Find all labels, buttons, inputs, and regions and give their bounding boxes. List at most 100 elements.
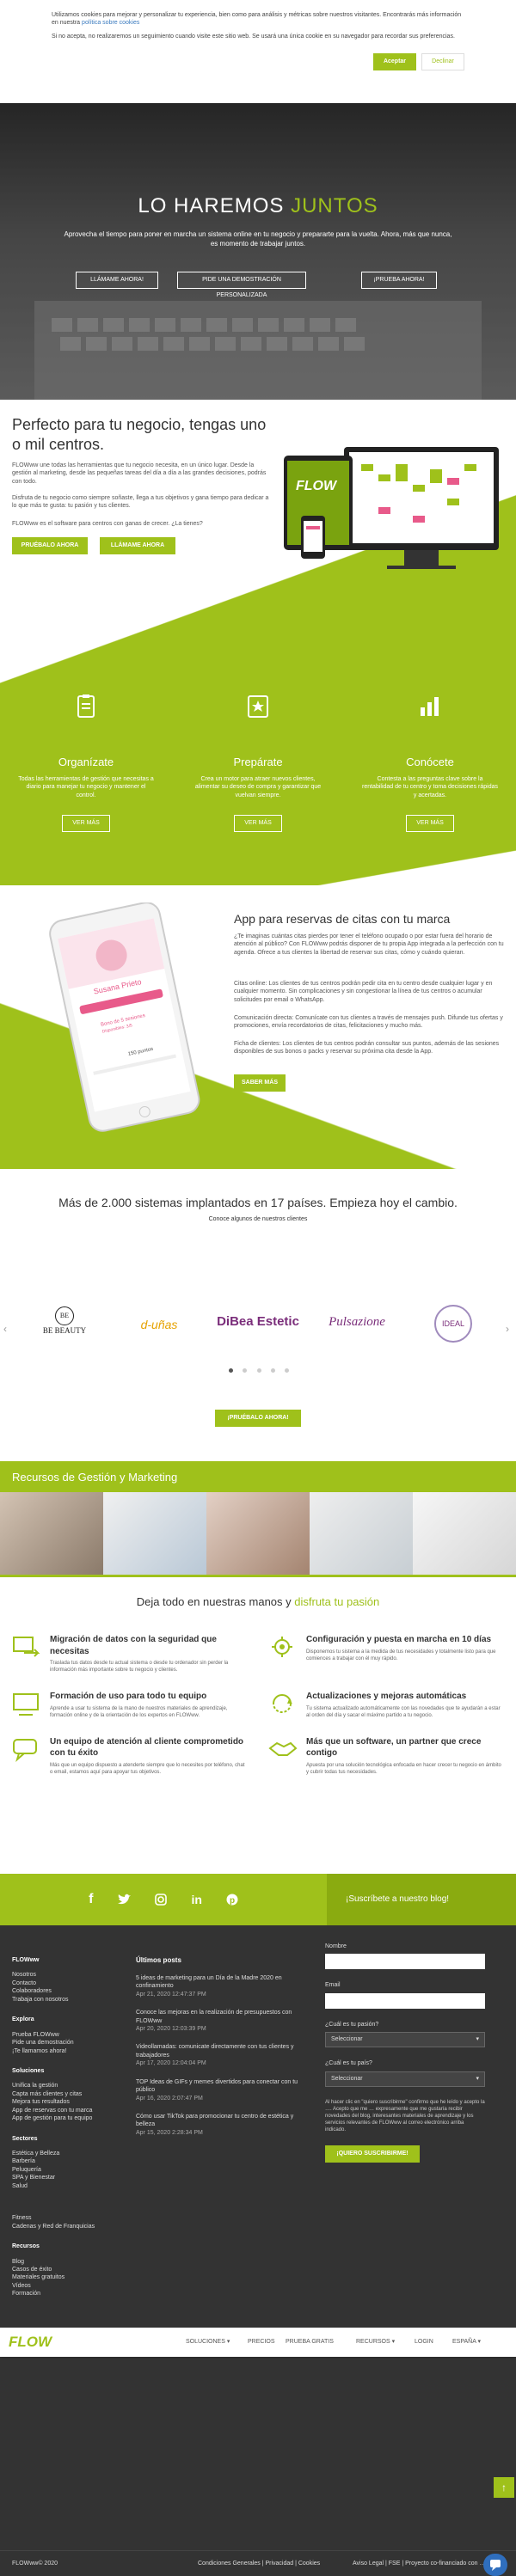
learn-more-button[interactable]: SABER MÁS — [234, 1074, 286, 1092]
footer-link[interactable]: Vídeos — [12, 2282, 124, 2290]
footer-link[interactable]: Capta más clientes y citas — [12, 2090, 124, 2098]
chat-icon[interactable] — [483, 2554, 507, 2576]
resource-image[interactable] — [206, 1492, 310, 1575]
pinterest-icon[interactable]: p — [226, 1894, 238, 1906]
feature-prepare: Prepárate Crea un motor para atraer nuev… — [189, 694, 327, 848]
legal-links[interactable]: Condiciones Generales | Privacidad | Coo… — [198, 2560, 320, 2567]
scroll-top-icon[interactable]: ↑ — [494, 2477, 514, 2498]
carousel-prev-icon[interactable]: ‹ — [3, 1322, 7, 1336]
facebook-icon[interactable]: f — [89, 1890, 93, 1909]
post-item[interactable]: TOP Ideas de GIFs y memes divertidos par… — [136, 2078, 308, 2102]
hero-subtitle: Aprovecha el tiempo para poner en marcha… — [64, 230, 452, 248]
accept-cookies-button[interactable]: Aceptar — [373, 53, 416, 70]
subscribe-blog-label[interactable]: ¡Suscríbete a nuestro blog! — [327, 1874, 516, 1925]
twitter-icon[interactable] — [117, 1894, 132, 1906]
decline-cookies-button[interactable]: Declinar — [421, 53, 464, 70]
footer-link[interactable]: Nosotros — [12, 1971, 124, 1979]
cookie-policy-link[interactable]: política sobre cookies — [82, 20, 139, 26]
flowww-logo[interactable]: FLOW — [9, 2333, 52, 2353]
star-badge-icon — [248, 695, 268, 718]
nav-free-trial[interactable]: PRUEBA GRATIS — [286, 2338, 334, 2346]
instagram-icon[interactable] — [155, 1894, 168, 1906]
phone-app-mockup: Susana Prieto Bono de 5 sesiones Disponi… — [49, 903, 200, 1132]
feature-more-button[interactable]: VER MÁS — [234, 815, 282, 833]
chevron-down-icon: ▾ — [226, 2339, 230, 2345]
try-now-button[interactable]: ¡PRUEBA AHORA! — [361, 272, 437, 289]
footer-link[interactable]: Materiales gratuitos — [12, 2273, 124, 2281]
nav-login[interactable]: LOGIN — [415, 2338, 433, 2346]
call-now-button[interactable]: LLÁMAME AHORA — [100, 537, 175, 554]
linkedin-icon[interactable]: in — [191, 1892, 201, 1908]
legal-links-right[interactable]: Aviso Legal | FSE | Proyecto co-financia… — [353, 2560, 485, 2567]
post-item[interactable]: 5 ideas de marketing para un Día de la M… — [136, 1974, 308, 1998]
footer-link[interactable]: Prueba FLOWww — [12, 2031, 124, 2039]
footer-link[interactable]: Unifica la gestión — [12, 2082, 124, 2090]
resource-image[interactable] — [310, 1492, 413, 1575]
feature-title: Organízate — [58, 756, 114, 769]
footer-link[interactable]: Estética y Belleza — [12, 2150, 124, 2157]
footer-link[interactable]: Salud — [12, 2182, 124, 2190]
footer-link[interactable]: Barbería — [12, 2157, 124, 2165]
feature-more-button[interactable]: VER MÁS — [62, 815, 110, 833]
try-it-now-button[interactable]: ¡PRUÉBALO AHORA! — [215, 1410, 301, 1427]
carousel-dot[interactable] — [256, 1368, 261, 1373]
call-me-button[interactable]: LLÁMAME AHORA! — [76, 272, 158, 289]
benefit-text: Tu sistema actualizado automáticamente c… — [306, 1705, 501, 1718]
nav-country[interactable]: ESPAÑA ▾ — [452, 2338, 481, 2346]
post-item[interactable]: Conoce las mejoras en la realización de … — [136, 2009, 308, 2033]
footer-link[interactable]: Casos de éxito — [12, 2266, 124, 2273]
benefit-text: Disponemos tu sistema a la medida de tus… — [306, 1649, 496, 1661]
footer-link[interactable]: Colaboradores — [12, 1987, 124, 1995]
update-icon — [273, 1694, 292, 1714]
client-logo: DiBea Estetic — [217, 1314, 299, 1329]
footer-link[interactable]: Peluquería — [12, 2166, 124, 2174]
client-logo: d-uñas — [140, 1318, 178, 1331]
country-select[interactable]: Seleccionar ▾ — [325, 2071, 485, 2087]
post-item[interactable]: Videollamadas: comunicate directamente c… — [136, 2043, 308, 2067]
subscribe-button[interactable]: ¡QUIERO SUSCRIBIRME! — [325, 2145, 420, 2163]
benefit-title: Un equipo de atención al cliente comprom… — [50, 1736, 244, 1759]
benefit-title: Formación de uso para todo tu equipo — [50, 1692, 207, 1702]
hero-title: LO HAREMOS JUNTOS — [138, 194, 378, 217]
footer: FLOWww Nosotros Contacto Colaboradores T… — [0, 1925, 516, 2576]
footer-link[interactable]: Contacto — [12, 1979, 124, 1987]
passion-select[interactable]: Seleccionar ▾ — [325, 2032, 485, 2048]
email-label: Email — [325, 1982, 341, 1989]
carousel-next-icon[interactable]: › — [506, 1322, 509, 1336]
footer-link[interactable]: Blog — [12, 2258, 124, 2266]
nav-prices[interactable]: PRECIOS — [248, 2338, 275, 2346]
devices-illustration: FLOW — [284, 447, 499, 569]
footer-link[interactable]: Pide una demostración — [12, 2039, 124, 2047]
nav-resources[interactable]: RECURSOS ▾ — [356, 2338, 395, 2346]
footer-link[interactable]: App de gestión para tu equipo — [12, 2114, 124, 2122]
training-icon — [13, 1693, 39, 1716]
footer-link[interactable]: Fitness — [12, 2214, 124, 2222]
carousel-dot[interactable] — [270, 1368, 275, 1373]
clients-title: Más de 2.000 sistemas implantados en 17 … — [58, 1196, 458, 1209]
feature-text: Todas las herramientas de gestión que ne… — [18, 775, 154, 798]
intro-p3: FLOWww es el software para centros con g… — [12, 521, 203, 527]
footer-link[interactable]: Trabaja con nosotros — [12, 1996, 124, 2004]
resource-image[interactable] — [413, 1492, 516, 1575]
resource-image[interactable] — [0, 1492, 103, 1575]
carousel-dot[interactable] — [285, 1368, 289, 1373]
carousel-dot[interactable] — [229, 1368, 233, 1373]
resource-image[interactable] — [103, 1492, 206, 1575]
footer-link[interactable]: SPA y Bienestar — [12, 2174, 124, 2181]
carousel-dot[interactable] — [243, 1368, 248, 1373]
post-item[interactable]: Cómo usar TikTok para promocionar tu cen… — [136, 2113, 308, 2137]
feature-more-button[interactable]: VER MÁS — [406, 815, 454, 833]
request-demo-button[interactable]: PIDE UNA DEMOSTRACIÓN PERSONALIZADA — [177, 272, 306, 298]
client-logo: BE BE BEAUTY — [26, 1306, 103, 1341]
footer-link[interactable]: Mejora tus resultados — [12, 2098, 124, 2106]
footer-link[interactable]: App de reservas con tu marca — [12, 2107, 124, 2114]
name-input[interactable] — [325, 1954, 485, 1970]
footer-link[interactable]: Cadenas y Red de Franquicias — [12, 2223, 124, 2230]
footer-link[interactable]: Formación — [12, 2290, 124, 2298]
intro-title: Perfecto para tu negocio, tengas uno o m… — [12, 416, 267, 453]
nav-solutions[interactable]: SOLUCIONES ▾ — [186, 2338, 230, 2346]
footer-link[interactable]: ¡Te llamamos ahora! — [12, 2047, 124, 2055]
email-input[interactable] — [325, 1992, 485, 2009]
try-it-button[interactable]: PRUÉBALO AHORA — [12, 537, 88, 554]
hero: LO HAREMOS JUNTOS Aprovecha el tiempo pa… — [0, 103, 516, 400]
